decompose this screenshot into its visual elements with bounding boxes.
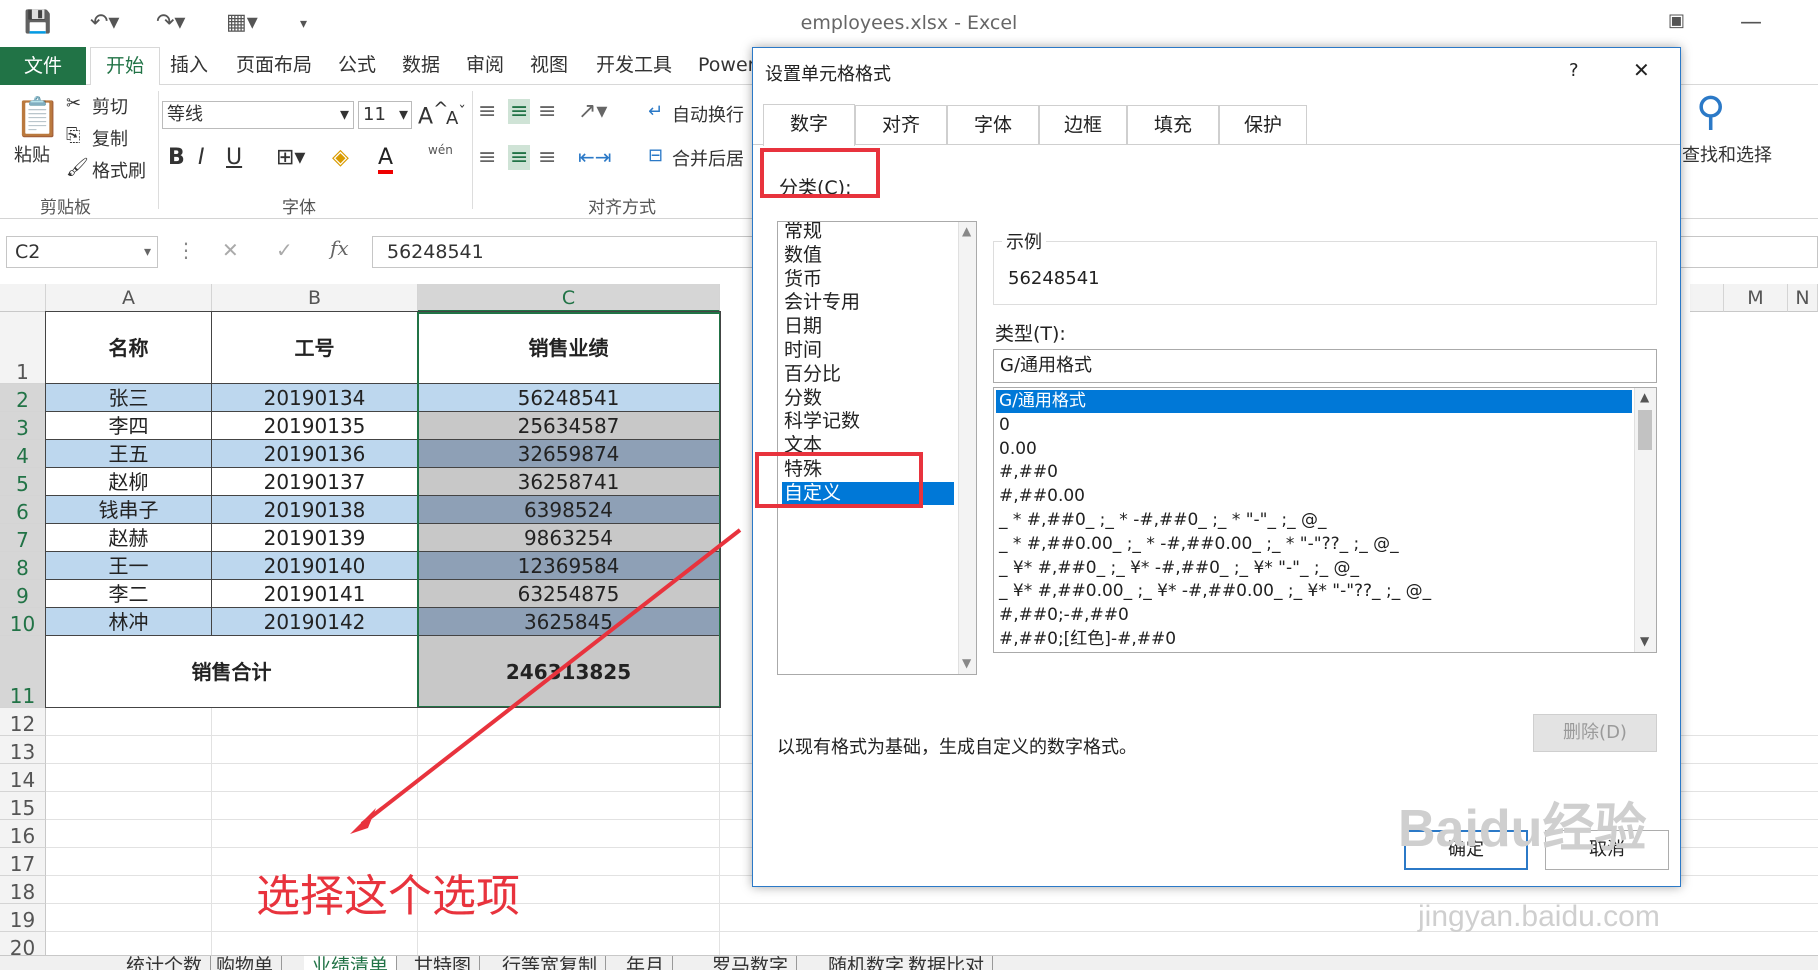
watermark-logo: Baidu经验 — [1398, 800, 1647, 858]
category-item[interactable]: 会计专用 — [782, 291, 954, 314]
scroll-down-icon[interactable]: ▼ — [1640, 634, 1649, 648]
format-item[interactable]: _ * #,##0_ ;_ * -#,##0_ ;_ * "-"_ ;_ @_ — [996, 509, 1632, 532]
format-item[interactable]: #,##0;[红色]-#,##0 — [996, 628, 1632, 651]
annotation-box-custom — [755, 452, 923, 508]
sample-group: 示例 56248541 — [993, 228, 1657, 305]
format-item[interactable]: #,##0;-#,##0 — [996, 604, 1632, 627]
category-item[interactable]: 科学记数 — [782, 410, 954, 433]
annotation-text: 选择这个选项 — [256, 871, 520, 922]
annotation-box-category — [760, 148, 880, 198]
category-scrollbar[interactable]: ▲ ▼ — [958, 222, 976, 674]
delete-button[interactable]: 删除(D) — [1533, 714, 1657, 752]
format-list[interactable]: G/通用格式 0 0.00 #,##0 #,##0.00 _ * #,##0_ ;_ * … — [993, 387, 1657, 653]
format-item[interactable]: #,##0.00 — [996, 485, 1632, 508]
dialog-tab-number[interactable]: 数字 — [763, 104, 855, 146]
format-item[interactable]: 0 — [996, 414, 1632, 437]
sample-value: 56248541 — [1008, 268, 1100, 289]
scroll-up-icon[interactable]: ▲ — [962, 224, 971, 238]
description-text: 以现有格式为基础，生成自定义的数字格式。 — [777, 737, 1137, 758]
format-item[interactable]: _ * #,##0.00_ ;_ * -#,##0.00_ ;_ * "-"??… — [996, 533, 1632, 556]
type-label: 类型(T): — [995, 323, 1066, 345]
dialog-tab-protection[interactable]: 保护 — [1219, 105, 1307, 145]
category-item[interactable]: 常规 — [782, 222, 954, 243]
arrow-line — [360, 528, 742, 826]
arrow-head — [350, 808, 376, 834]
dialog-title: 设置单元格格式 — [765, 64, 891, 85]
format-item[interactable]: _ ¥* #,##0.00_ ;_ ¥* -#,##0.00_ ;_ ¥* "-… — [996, 580, 1632, 603]
help-button[interactable]: ? — [1569, 60, 1579, 81]
dialog-tab-alignment[interactable]: 对齐 — [855, 105, 947, 145]
dialog-tab-fill[interactable]: 填充 — [1127, 105, 1219, 145]
dialog-tab-font[interactable]: 字体 — [947, 105, 1039, 145]
format-item[interactable]: #,##0 — [996, 461, 1632, 484]
category-item[interactable]: 日期 — [782, 315, 954, 338]
format-item[interactable]: G/通用格式 — [996, 390, 1632, 413]
category-item[interactable]: 数值 — [782, 244, 954, 267]
type-input[interactable]: G/通用格式 — [993, 349, 1657, 383]
category-list[interactable]: 常规 数值 货币 会计专用 日期 时间 百分比 分数 科学记数 文本 特殊 自定义 ▲ ▼ — [777, 221, 977, 675]
format-item[interactable]: _ ¥* #,##0_ ;_ ¥* -#,##0_ ;_ ¥* "-"_ ;_ … — [996, 557, 1632, 580]
watermark-url: jingyan.baidu.com — [1418, 900, 1660, 933]
category-item[interactable]: 货币 — [782, 268, 954, 291]
category-item[interactable]: 时间 — [782, 339, 954, 362]
scroll-down-icon[interactable]: ▼ — [962, 656, 971, 670]
close-icon[interactable]: ✕ — [1633, 58, 1650, 82]
category-item[interactable]: 分数 — [782, 387, 954, 410]
format-item[interactable]: 0.00 — [996, 438, 1632, 461]
category-item[interactable]: 百分比 — [782, 363, 954, 386]
sample-label: 示例 — [1002, 228, 1046, 254]
format-scrollbar[interactable]: ▲ ▼ — [1634, 388, 1656, 652]
scroll-up-icon[interactable]: ▲ — [1640, 390, 1649, 404]
scroll-thumb[interactable] — [1638, 410, 1652, 450]
dialog-tab-border[interactable]: 边框 — [1039, 105, 1127, 145]
